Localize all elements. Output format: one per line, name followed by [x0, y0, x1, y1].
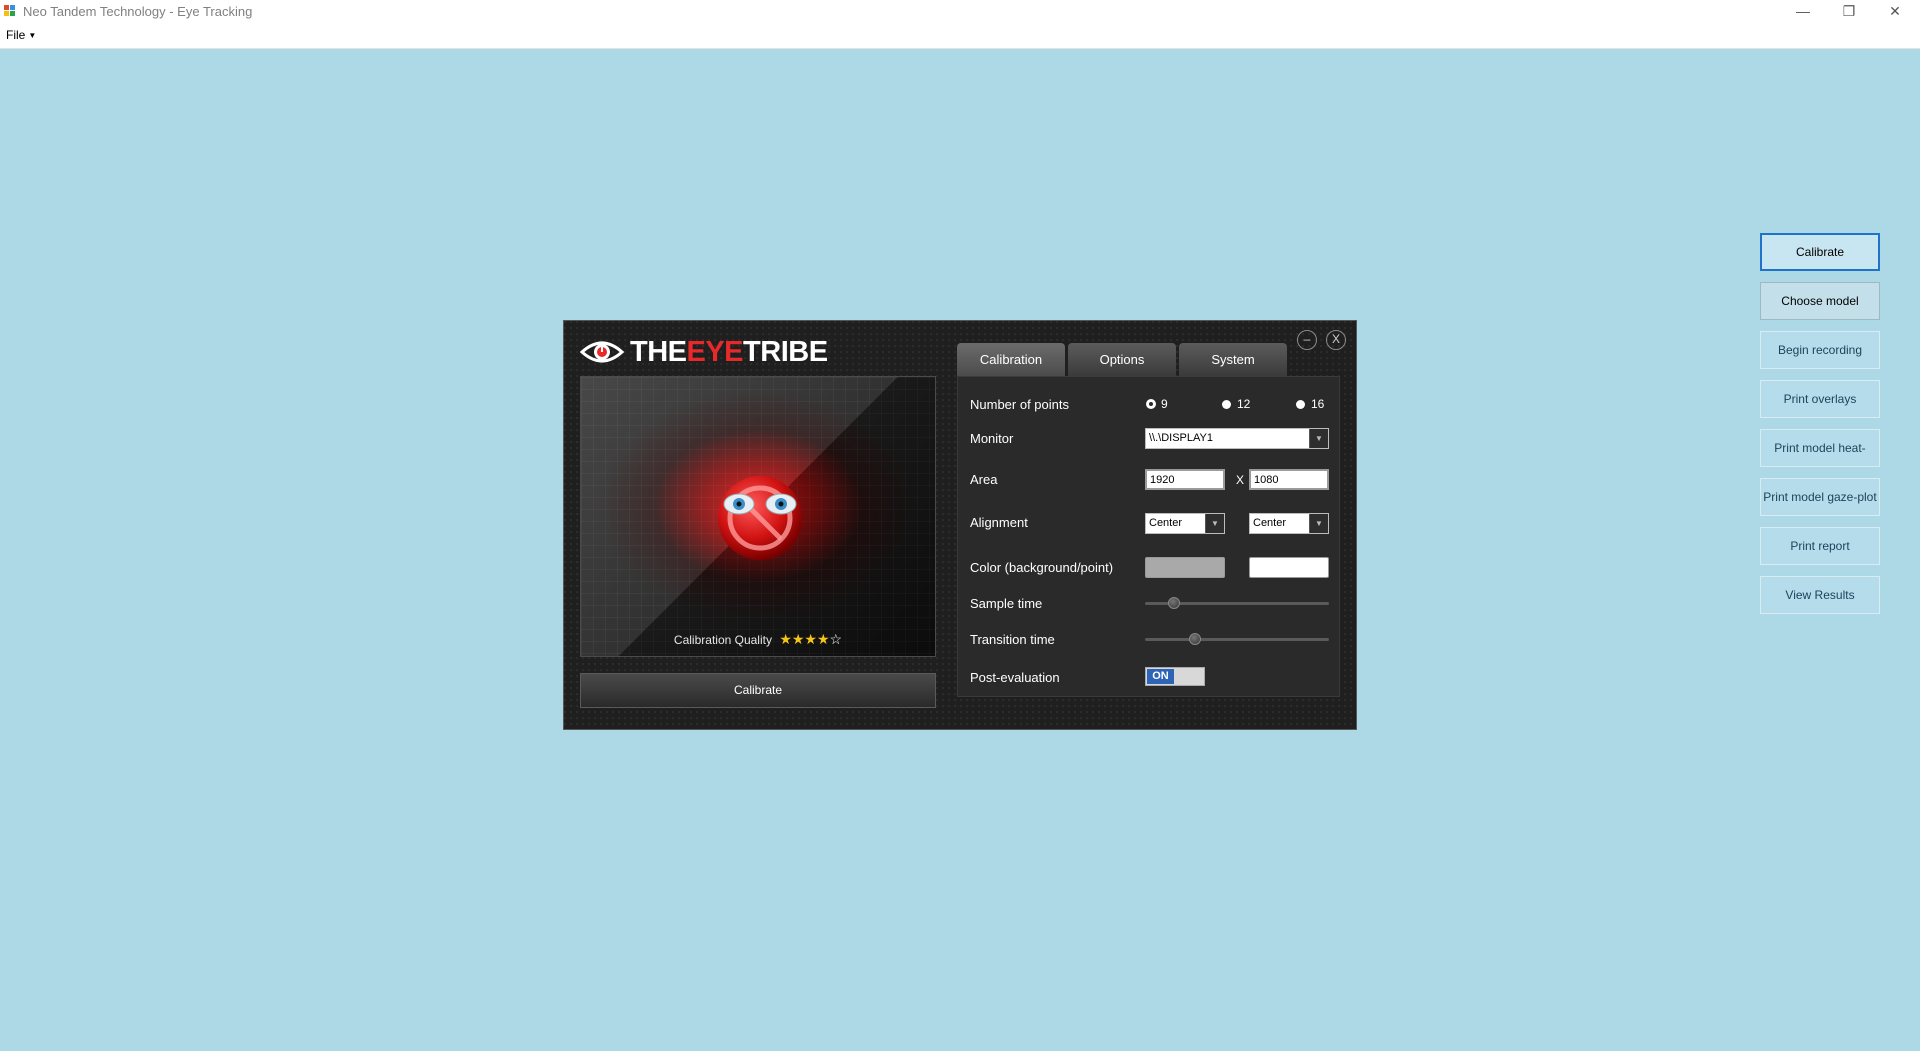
chevron-down-icon: ▼ — [1309, 429, 1328, 448]
star-empty-icon: ☆ — [829, 631, 843, 647]
title-bar: Neo Tandem Technology - Eye Tracking — ❐… — [0, 0, 1920, 24]
points-radio-9[interactable]: 9 — [1147, 397, 1168, 411]
alignment-vertical-value: Center — [1253, 517, 1287, 529]
points-radio-12-label: 12 — [1237, 397, 1251, 411]
dialog-close-button[interactable]: X — [1326, 330, 1346, 350]
calibration-quality: Calibration Quality ★★★★☆ — [581, 631, 935, 648]
eyetribe-logo: THE EYE TRIBE — [580, 335, 828, 368]
alignment-label: Alignment — [970, 515, 1028, 530]
print-overlays-button[interactable]: Print overlays — [1760, 380, 1880, 418]
app-icon — [4, 5, 16, 17]
chevron-down-icon: ▼ — [28, 31, 37, 41]
tab-options[interactable]: Options — [1068, 343, 1176, 376]
alignment-horizontal-select[interactable]: Center ▼ — [1145, 513, 1225, 534]
post-evaluation-label: Post-evaluation — [970, 670, 1060, 685]
monitor-select-value: \\.\DISPLAY1 — [1149, 432, 1213, 444]
close-window-button[interactable]: ✕ — [1872, 0, 1918, 24]
menu-bar: File ▼ — [0, 24, 1920, 49]
sidebar-calibrate-button[interactable]: Calibrate — [1760, 233, 1880, 271]
alignment-horizontal-value: Center — [1149, 517, 1183, 529]
file-menu-label: File — [6, 28, 26, 42]
points-radio-16-label: 16 — [1311, 397, 1325, 411]
choose-model-button[interactable]: Choose model — [1760, 282, 1880, 320]
logo-prefix: THE — [630, 335, 687, 368]
window-title: Neo Tandem Technology - Eye Tracking — [23, 4, 253, 19]
logo-suffix: TRIBE — [743, 335, 828, 368]
calibration-quality-stars: ★★★★☆ — [779, 631, 842, 647]
color-label: Color (background/point) — [970, 560, 1114, 575]
area-label: Area — [970, 472, 998, 487]
calibrate-button[interactable]: Calibrate — [580, 673, 936, 708]
area-separator: X — [1236, 473, 1245, 487]
monitor-select[interactable]: \\.\DISPLAY1 ▼ — [1145, 428, 1329, 449]
alignment-vertical-select[interactable]: Center ▼ — [1249, 513, 1329, 534]
sample-time-label: Sample time — [970, 596, 1043, 611]
number-of-points-label: Number of points — [970, 397, 1069, 412]
transition-time-slider[interactable] — [1145, 638, 1329, 641]
tracker-status-face-icon — [718, 476, 802, 560]
dialog-minimize-button[interactable]: – — [1297, 330, 1317, 350]
calibration-quality-label: Calibration Quality — [673, 633, 772, 647]
view-results-button[interactable]: View Results — [1760, 576, 1880, 614]
file-menu[interactable]: File ▼ — [6, 28, 36, 42]
point-color-picker[interactable] — [1249, 557, 1329, 578]
toggle-on-label: ON — [1147, 669, 1174, 684]
background-color-picker[interactable] — [1145, 557, 1225, 578]
radio-icon — [1222, 399, 1231, 409]
begin-recording-button[interactable]: Begin recording — [1760, 331, 1880, 369]
transition-time-label: Transition time — [970, 632, 1055, 647]
logo-highlight: EYE — [686, 335, 744, 368]
print-gaze-plot-button[interactable]: Print model gaze-plot — [1760, 478, 1880, 516]
tab-calibration[interactable]: Calibration — [957, 343, 1065, 376]
area-width-input[interactable]: 1920 — [1145, 469, 1225, 490]
eye-logo-icon — [580, 341, 624, 363]
radio-icon — [1296, 399, 1305, 409]
points-radio-12[interactable]: 12 — [1222, 397, 1250, 411]
eyetribe-dialog: THE EYE TRIBE – X Calibration Quality ★★… — [563, 320, 1357, 730]
area-height-input[interactable]: 1080 — [1249, 469, 1329, 490]
print-report-button[interactable]: Print report — [1760, 527, 1880, 565]
transition-time-slider-thumb[interactable] — [1188, 633, 1201, 645]
calibration-settings-panel: Number of points 9 12 16 Monitor \\.\DIS… — [957, 376, 1340, 697]
chevron-down-icon: ▼ — [1309, 514, 1328, 533]
print-heat-maps-button[interactable]: Print model heat-maps — [1760, 429, 1880, 491]
tab-system[interactable]: System — [1179, 343, 1287, 376]
monitor-label: Monitor — [970, 431, 1014, 446]
sample-time-slider-thumb[interactable] — [1168, 597, 1181, 609]
points-radio-9-label: 9 — [1161, 397, 1168, 411]
radio-selected-icon — [1147, 400, 1155, 408]
star-filled-icons: ★★★★ — [779, 631, 830, 647]
calibration-preview: Calibration Quality ★★★★☆ — [580, 376, 936, 657]
minimize-window-button[interactable]: — — [1780, 0, 1826, 24]
chevron-down-icon: ▼ — [1205, 514, 1224, 533]
post-evaluation-toggle[interactable]: ON — [1145, 667, 1205, 686]
points-radio-16[interactable]: 16 — [1296, 397, 1324, 411]
maximize-window-button[interactable]: ❐ — [1826, 0, 1872, 24]
